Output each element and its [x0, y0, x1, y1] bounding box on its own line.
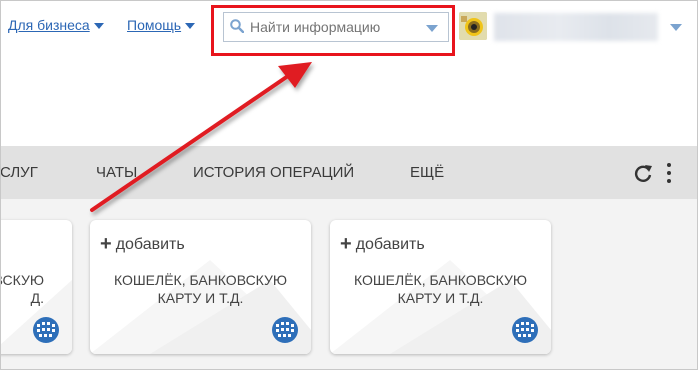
- more-vert-icon[interactable]: [666, 163, 672, 185]
- webmoney-globe-icon: [272, 317, 298, 343]
- card-description: КОШЕЛЁК, БАНКОВСКУЮ КАРТУ И Т.Д.: [113, 272, 288, 306]
- chevron-down-icon[interactable]: [670, 24, 682, 31]
- search-box[interactable]: [223, 12, 449, 42]
- search-dropdown-icon[interactable]: [426, 25, 438, 32]
- user-name-blurred[interactable]: [494, 13, 658, 41]
- menu-item-more[interactable]: ЕЩЁ: [410, 164, 444, 181]
- webmoney-globe-icon: [33, 317, 59, 343]
- menu-item-chats[interactable]: ЧАТЫ: [96, 164, 137, 181]
- account-card-partial[interactable]: ВСКУЮ Д.: [0, 220, 72, 354]
- nav-link-business[interactable]: Для бизнеса: [8, 17, 104, 33]
- refresh-icon[interactable]: [632, 162, 654, 184]
- add-account-card[interactable]: + добавить КОШЕЛЁК, БАНКОВСКУЮ КАРТУ И Т.…: [90, 220, 311, 354]
- add-account-card[interactable]: + добавить КОШЕЛЁК, БАНКОВСКУЮ КАРТУ И Т.…: [330, 220, 551, 354]
- card-description: ВСКУЮ Д.: [0, 272, 44, 306]
- nav-link-help[interactable]: Помощь: [127, 17, 196, 33]
- plus-icon: +: [340, 233, 352, 255]
- chevron-down-icon: [185, 23, 196, 30]
- add-account-button[interactable]: + добавить: [100, 233, 185, 256]
- chevron-down-icon: [93, 23, 104, 30]
- webmoney-globe-icon: [512, 317, 538, 343]
- search-icon: [230, 19, 244, 33]
- menu-item-history[interactable]: ИСТОРИЯ ОПЕРАЦИЙ: [193, 164, 354, 181]
- card-description: КОШЕЛЁК, БАНКОВСКУЮ КАРТУ И Т.Д.: [353, 272, 528, 306]
- plus-icon: +: [100, 233, 112, 255]
- menu-item-services[interactable]: СЛУГ: [0, 164, 38, 181]
- add-account-button[interactable]: + добавить: [340, 233, 425, 256]
- search-input[interactable]: [250, 16, 410, 38]
- avatar[interactable]: [459, 12, 487, 40]
